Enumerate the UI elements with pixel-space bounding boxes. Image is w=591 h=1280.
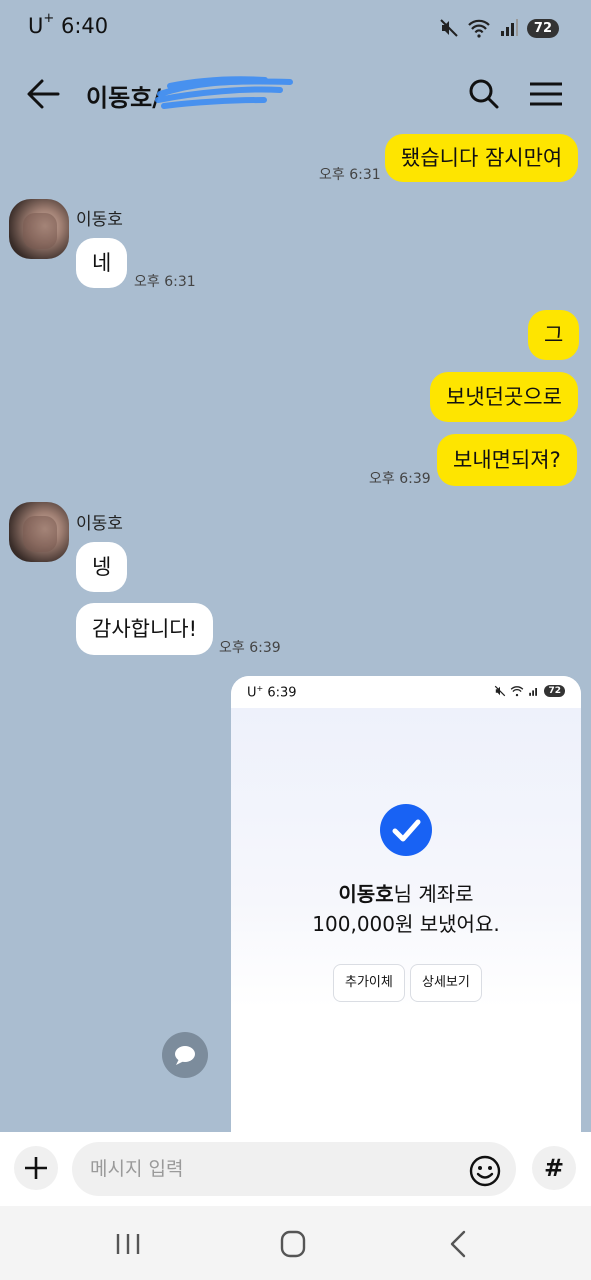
home-button[interactable] xyxy=(273,1228,313,1260)
my-message-bubble[interactable]: 보내면되져? xyxy=(437,434,577,486)
sender-name: 이동호 xyxy=(76,210,123,230)
their-message-bubble[interactable]: 넹 xyxy=(76,542,128,592)
carrier-label: U xyxy=(28,14,44,38)
chat-header: 이동호/ xyxy=(0,62,591,126)
my-message-bubble[interactable]: 그 xyxy=(528,310,580,360)
carrier-plus: + xyxy=(43,11,55,26)
chevron-left-icon xyxy=(450,1230,466,1258)
hamburger-menu-icon xyxy=(530,82,562,106)
image-carrier: U xyxy=(247,685,257,701)
image-carrier-plus: + xyxy=(256,684,264,693)
shared-image[interactable]: U+ 6:39 72 이동호님 계좌로 100,000원 보냈어요. 추가이체 … xyxy=(231,676,581,1136)
transfer-amount-line: 100,000원 보냈어요. xyxy=(312,912,500,936)
speech-bubble-icon xyxy=(175,1046,195,1065)
message-time: 오후 6:31 xyxy=(319,167,381,183)
plus-icon xyxy=(25,1157,47,1179)
image-status-bar: U+ 6:39 72 xyxy=(231,676,581,708)
their-message-bubble[interactable]: 네 xyxy=(76,238,128,288)
redaction-scribble xyxy=(155,76,293,109)
home-icon xyxy=(280,1230,306,1258)
status-bar: U+ 6:40 72 xyxy=(0,0,591,56)
transfer-complete-screen: 이동호님 계좌로 100,000원 보냈어요. 추가이체 상세보기 xyxy=(231,708,581,1136)
recent-apps-icon xyxy=(116,1234,140,1254)
sender-avatar[interactable] xyxy=(9,502,69,562)
status-icons: 72 xyxy=(439,16,559,40)
mute-icon xyxy=(495,685,506,697)
image-carrier-time: U+ 6:39 xyxy=(247,684,297,700)
signal-icon xyxy=(500,19,518,36)
image-status-icons: 72 xyxy=(494,685,565,697)
recipient-name: 이동호 xyxy=(338,882,394,906)
wifi-icon xyxy=(511,686,524,697)
attach-button[interactable] xyxy=(14,1146,58,1190)
reply-button[interactable] xyxy=(162,1032,208,1078)
sender-avatar[interactable] xyxy=(9,199,69,259)
their-message-bubble[interactable]: 감사합니다! xyxy=(76,603,214,655)
image-battery: 72 xyxy=(544,685,565,697)
system-nav-bar xyxy=(0,1206,591,1280)
transfer-recipient-line: 이동호님 계좌로 xyxy=(231,878,581,907)
message-time: 오후 6:31 xyxy=(134,274,196,290)
clock: 6:40 xyxy=(60,14,109,38)
check-circle-icon xyxy=(380,804,432,856)
emoji-icon xyxy=(469,1155,501,1187)
view-details-button: 상세보기 xyxy=(410,964,482,1002)
recipient-suffix: 님 계좌로 xyxy=(393,882,474,906)
my-message-bubble[interactable]: 보냇던곳으로 xyxy=(430,372,578,422)
back-button[interactable] xyxy=(24,76,64,112)
system-back-button[interactable] xyxy=(438,1228,478,1260)
arrow-left-icon xyxy=(27,79,60,109)
search-icon xyxy=(469,79,499,109)
mute-icon xyxy=(440,19,458,37)
my-message-bubble[interactable]: 됐습니다 잠시만여 xyxy=(385,134,579,182)
sender-name: 이동호 xyxy=(76,514,123,534)
message-input[interactable] xyxy=(72,1142,516,1196)
wifi-icon xyxy=(468,19,490,38)
battery-indicator: 72 xyxy=(526,18,559,38)
search-button[interactable] xyxy=(466,76,502,112)
recent-apps-button[interactable] xyxy=(108,1228,148,1260)
message-time: 오후 6:39 xyxy=(369,471,431,487)
hashtag-button[interactable]: # xyxy=(532,1146,576,1190)
status-carrier-time: U+ 6:40 xyxy=(28,11,109,38)
message-input-bar: # xyxy=(0,1132,591,1206)
signal-icon xyxy=(529,688,538,696)
message-time: 오후 6:39 xyxy=(219,640,281,656)
additional-transfer-button: 추가이체 xyxy=(333,964,405,1002)
emoji-button[interactable] xyxy=(468,1154,502,1188)
menu-button[interactable] xyxy=(526,76,566,112)
image-clock: 6:39 xyxy=(267,685,297,701)
